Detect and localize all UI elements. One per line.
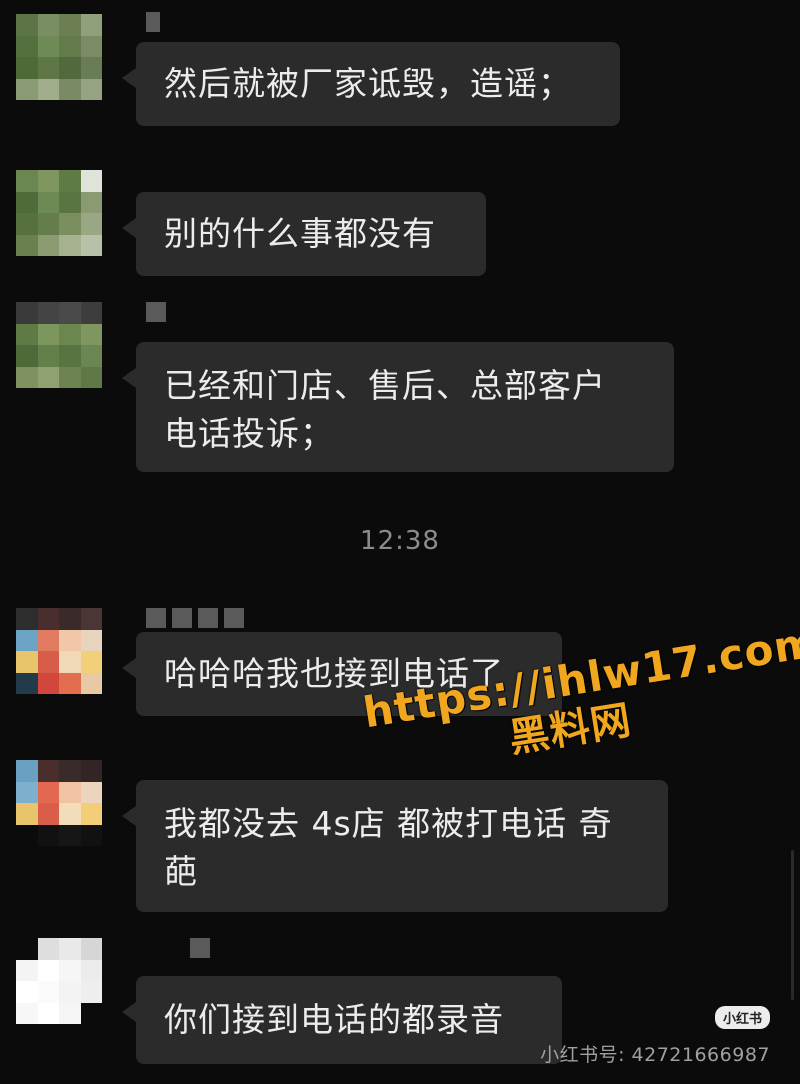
message-text: 你们接到电话的都录音 (164, 1000, 504, 1039)
platform-user-id: 小红书号: 42721666987 (540, 1044, 770, 1066)
avatar[interactable] (16, 14, 102, 100)
message-text: 已经和门店、售后、总部客户 电话投诉； (164, 366, 606, 453)
message-bubble[interactable]: 我都没去 4s店 都被打电话 奇 葩 (122, 780, 668, 912)
message-text: 然后就被厂家诋毁，造谣； (164, 64, 572, 103)
sender-name-redacted (146, 12, 160, 32)
message-text: 我都没去 4s店 都被打电话 奇 葩 (164, 804, 613, 891)
message-bubble[interactable]: 别的什么事都没有 (122, 192, 486, 276)
timestamp: 12:38 (360, 526, 440, 556)
avatar[interactable] (16, 170, 102, 256)
message-bubble[interactable]: 你们接到电话的都录音 (122, 976, 562, 1064)
message-bubble[interactable]: 然后就被厂家诋毁，造谣； (122, 42, 620, 126)
sender-name-redacted (146, 608, 244, 628)
avatar[interactable] (16, 302, 102, 388)
message-text: 别的什么事都没有 (164, 214, 436, 253)
avatar[interactable] (16, 760, 102, 846)
platform-logo: 小红书 (714, 1006, 770, 1029)
sender-name-redacted (146, 302, 166, 322)
avatar[interactable] (16, 608, 102, 694)
scrollbar[interactable] (791, 850, 794, 1000)
sender-name-redacted (146, 938, 210, 958)
message-bubble[interactable]: 已经和门店、售后、总部客户 电话投诉； (122, 342, 674, 472)
avatar[interactable] (16, 938, 102, 1024)
